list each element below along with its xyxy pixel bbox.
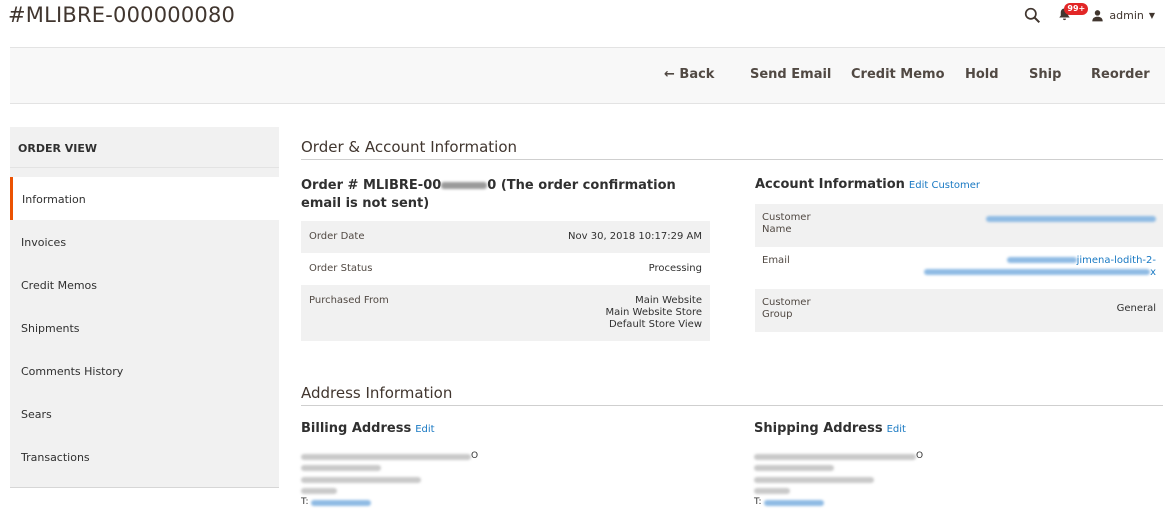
- edit-billing-address-link[interactable]: Edit: [415, 424, 434, 435]
- user-name: admin: [1109, 8, 1144, 22]
- reorder-button[interactable]: Reorder: [1091, 67, 1150, 82]
- sidebar-item-transactions[interactable]: Transactions: [10, 435, 279, 478]
- billing-country-line: [301, 486, 478, 498]
- ship-button[interactable]: Ship: [1029, 67, 1061, 82]
- billing-address-block: O T:: [301, 451, 478, 509]
- billing-phone-line: T:: [301, 497, 478, 509]
- notification-count-badge: 99+: [1064, 3, 1089, 15]
- edit-customer-link[interactable]: Edit Customer: [909, 180, 980, 191]
- billing-name-line: O: [301, 451, 478, 463]
- edit-shipping-address-link[interactable]: Edit: [887, 424, 906, 435]
- sidebar-item-sears[interactable]: Sears: [10, 392, 279, 435]
- sidebar-heading: ORDER VIEW: [10, 127, 279, 168]
- account-information-heading: Account Information Edit Customer: [755, 177, 981, 192]
- order-account-section-title: Order & Account Information: [301, 138, 518, 156]
- order-status-label: Order Status: [309, 263, 373, 274]
- address-section-title: Address Information: [301, 384, 453, 402]
- arrow-left-icon: ←: [664, 67, 680, 82]
- order-date-label: Order Date: [309, 231, 365, 242]
- section-divider: [301, 159, 1163, 160]
- account-info-table: Customer Name Email jimena-lodith-2- x C…: [755, 204, 1163, 332]
- customer-name-label: Customer Name: [762, 212, 811, 235]
- shipping-address-block: O T:: [754, 451, 923, 509]
- shipping-street-line: [754, 463, 923, 475]
- billing-city-line: [301, 474, 478, 486]
- section-divider: [301, 405, 1163, 406]
- notifications-button[interactable]: 99+: [1057, 3, 1089, 24]
- purchased-from-value: Main Website Main Website Store Default …: [605, 295, 702, 330]
- email-value[interactable]: jimena-lodith-2- x: [924, 255, 1156, 281]
- billing-address-heading: Billing Address Edit: [301, 421, 435, 436]
- sidebar-item-shipments[interactable]: Shipments: [10, 306, 279, 349]
- email-row: Email jimena-lodith-2- x: [755, 247, 1163, 289]
- order-actions-toolbar: ← Back Send Email Credit Memo Hold Ship …: [10, 47, 1165, 104]
- redacted-order-number: [441, 182, 488, 189]
- sidebar-item-credit-memos[interactable]: Credit Memos: [10, 263, 279, 306]
- admin-bar: 99+ admin ▼: [1024, 3, 1155, 26]
- order-view-sidebar: ORDER VIEW Information Invoices Credit M…: [10, 127, 279, 488]
- user-menu[interactable]: admin ▼: [1091, 9, 1155, 22]
- user-icon: [1092, 9, 1104, 21]
- caret-down-icon: ▼: [1148, 10, 1155, 20]
- back-button[interactable]: ← Back: [664, 67, 714, 82]
- order-info-table: Order Date Nov 30, 2018 10:17:29 AM Orde…: [301, 221, 710, 341]
- sidebar-item-information[interactable]: Information: [10, 177, 279, 220]
- billing-street-line: [301, 463, 478, 475]
- customer-name-row: Customer Name: [755, 204, 1163, 247]
- order-status-row: Order Status Processing: [301, 253, 710, 285]
- customer-group-row: Customer Group General: [755, 289, 1163, 332]
- order-date-row: Order Date Nov 30, 2018 10:17:29 AM: [301, 221, 710, 253]
- page-title: #MLIBRE-000000080: [8, 3, 236, 27]
- shipping-country-line: [754, 486, 923, 498]
- credit-memo-button[interactable]: Credit Memo: [851, 67, 945, 82]
- order-status-value: Processing: [648, 263, 702, 274]
- send-email-button[interactable]: Send Email: [750, 67, 831, 82]
- email-label: Email: [762, 255, 790, 266]
- shipping-city-line: [754, 474, 923, 486]
- order-date-value: Nov 30, 2018 10:17:29 AM: [568, 231, 702, 242]
- purchased-from-label: Purchased From: [309, 295, 389, 306]
- sidebar-item-invoices[interactable]: Invoices: [10, 220, 279, 263]
- search-icon[interactable]: [1024, 7, 1041, 24]
- customer-group-value: General: [1116, 303, 1156, 314]
- purchased-from-row: Purchased From Main Website Main Website…: [301, 285, 710, 341]
- sidebar-item-comments-history[interactable]: Comments History: [10, 349, 279, 392]
- customer-name-value[interactable]: [986, 212, 1156, 239]
- customer-group-label: Customer Group: [762, 297, 811, 320]
- order-heading: Order # MLIBRE-00 0 (The order confirmati…: [301, 178, 676, 211]
- shipping-address-heading: Shipping Address Edit: [754, 421, 906, 436]
- shipping-phone-line: T:: [754, 497, 923, 509]
- shipping-name-line: O: [754, 451, 923, 463]
- hold-button[interactable]: Hold: [965, 67, 999, 82]
